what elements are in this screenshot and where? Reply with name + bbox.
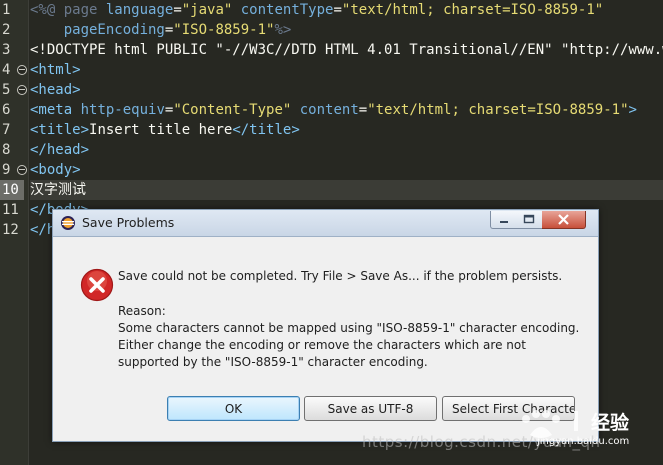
close-button[interactable] — [542, 211, 586, 229]
line-number: 6 — [2, 102, 11, 118]
code-line-7: <title>Insert title here</title> — [30, 120, 300, 140]
minimize-icon — [500, 221, 508, 223]
attr-value: "text/html; charset=ISO-8859-1" — [367, 102, 629, 118]
reason-line: Some characters cannot be mapped using "… — [118, 321, 580, 335]
doctype: <!DOCTYPE html PUBLIC "-//W3C//DTD HTML … — [30, 42, 663, 58]
line-number-gutter: 1 2 3 4 5 6 7 8 9 10 11 12 — [0, 0, 29, 465]
text-content: Insert title here — [89, 122, 233, 138]
watermark-logo-subtext: jingyan.baidu.com — [537, 436, 630, 447]
text-content: 汉字测试 — [30, 182, 86, 198]
code-line-5: <head> — [30, 80, 81, 100]
line-number: 7 — [2, 122, 11, 138]
reason-line: supported by the "ISO-8859-1" character … — [118, 355, 428, 369]
code-line-8: </head> — [30, 140, 89, 160]
dialog-titlebar[interactable]: Save Problems — [53, 210, 598, 237]
equals: = — [333, 2, 342, 18]
eclipse-app-icon — [61, 216, 75, 230]
attr-name: http-equiv — [72, 102, 165, 118]
attr-name: pageEncoding — [30, 22, 165, 38]
line-number: 3 — [2, 42, 11, 58]
line-number: 12 — [2, 222, 19, 238]
error-message: Save could not be completed. Try File > … — [118, 269, 563, 283]
code-line-6: <meta http-equiv="Content-Type" content=… — [30, 100, 637, 120]
fold-toggle-icon[interactable] — [17, 85, 27, 95]
attr-value: "Content-Type" — [173, 102, 292, 118]
html-tag: <meta — [30, 102, 73, 118]
line-number: 8 — [2, 142, 11, 158]
jsp-directive-close: %> — [274, 22, 292, 38]
fold-toggle-icon[interactable] — [17, 65, 27, 75]
line-number-current: 10 — [0, 180, 24, 200]
ok-button[interactable]: OK — [167, 396, 300, 421]
fold-toggle-icon[interactable] — [17, 165, 27, 175]
close-icon — [558, 214, 569, 225]
attr-value: "java" — [181, 2, 233, 18]
line-number: 1 — [2, 2, 11, 18]
html-tag: <html> — [30, 62, 81, 78]
error-icon — [80, 268, 114, 302]
code-line-10: 汉字测试 — [30, 180, 663, 200]
code-line-9: <body> — [30, 160, 81, 180]
html-tag: </head> — [30, 142, 90, 158]
html-tag: <head> — [30, 82, 81, 98]
save-as-utf8-button[interactable]: Save as UTF-8 — [304, 396, 437, 421]
html-tag: <body> — [30, 162, 81, 178]
equals: = — [173, 2, 182, 18]
maximize-button[interactable] — [516, 211, 543, 229]
html-tag: </title> — [232, 122, 300, 138]
dialog-title: Save Problems — [82, 215, 175, 230]
code-line-1: <%@ page language="java" contentType="te… — [30, 0, 603, 20]
html-tag: > — [628, 102, 637, 118]
html-tag: <title> — [30, 122, 90, 138]
line-number: 2 — [2, 22, 11, 38]
attr-name: content — [291, 102, 359, 118]
attr-value: "text/html; charset=ISO-8859-1" — [341, 2, 604, 18]
code-line-2: pageEncoding="ISO-8859-1"%> — [30, 20, 292, 40]
maximize-icon — [523, 214, 535, 224]
watermark-logo-text: 经验 — [591, 412, 630, 434]
code-line-3: <!DOCTYPE html PUBLIC "-//W3C//DTD HTML … — [30, 40, 663, 60]
line-number: 11 — [2, 202, 19, 218]
reason-line: Either change the encoding or remove the… — [118, 338, 526, 352]
attr-name: language — [105, 2, 174, 18]
jsp-directive-open: <%@ — [30, 2, 64, 18]
attr-name: contentType — [232, 2, 334, 18]
jsp-keyword: page — [63, 2, 106, 18]
minimize-button[interactable] — [490, 211, 518, 229]
reason-label: Reason: — [118, 304, 166, 318]
code-line-4: <html> — [30, 60, 81, 80]
attr-value: "ISO-8859-1" — [173, 22, 275, 38]
equals: = — [358, 102, 368, 118]
